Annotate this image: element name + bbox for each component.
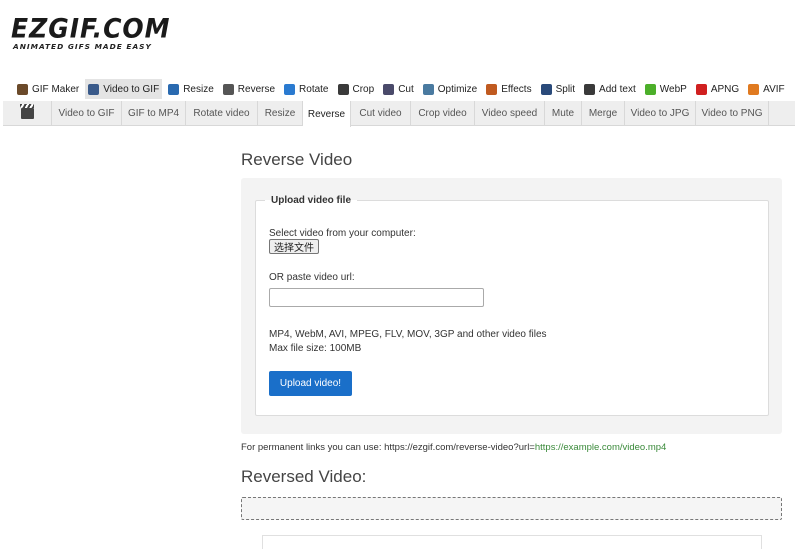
split-icon (540, 83, 552, 95)
cut-icon (383, 83, 395, 95)
nav-item-video-to-gif[interactable]: Video to GIF (85, 79, 163, 99)
nav-item-cut[interactable]: Cut (380, 79, 417, 99)
result-title: Reversed Video: (241, 467, 367, 486)
subnav-item-gif-to-mp4[interactable]: GIF to MP4 (122, 101, 186, 126)
subnav-item-rotate-video[interactable]: Rotate video (186, 101, 258, 126)
nav-item-crop[interactable]: Crop (335, 79, 378, 99)
max-size-text: Max file size: 100MB (269, 343, 362, 354)
choose-file-button[interactable]: 选择文件 (269, 239, 319, 254)
subnav-item-reverse[interactable]: Reverse (303, 101, 351, 127)
gif-maker-icon (17, 83, 28, 95)
nav-label: WebP (659, 83, 687, 95)
film-clapper-icon (19, 104, 34, 119)
sub-nav: Video to GIF GIF to MP4 Rotate video Res… (3, 101, 795, 127)
url-label: OR paste video url: (269, 272, 355, 283)
add-text-icon (584, 83, 596, 95)
subnav-item-video-to-gif[interactable]: Video to GIF (52, 101, 122, 126)
reverse-icon (222, 83, 234, 95)
video-to-gif-icon (88, 83, 100, 95)
nav-item-reverse[interactable]: Reverse (220, 79, 278, 99)
subnav-item-mute[interactable]: Mute (545, 101, 582, 126)
result-output-box (241, 497, 782, 520)
webp-icon (644, 83, 656, 95)
nav-label: Add text (599, 83, 636, 95)
subnav-item-video-speed[interactable]: Video speed (475, 101, 545, 126)
page-title: Reverse Video (241, 150, 353, 169)
nav-label: Resize (183, 83, 214, 95)
nav-label: Optimize (437, 83, 478, 95)
nav-item-rotate[interactable]: Rotate (281, 79, 331, 99)
subnav-item-resize[interactable]: Resize (258, 101, 303, 126)
upload-video-button[interactable]: Upload video! (269, 371, 352, 396)
subnav-item-video-to-png[interactable]: Video to PNG (696, 101, 769, 126)
rotate-icon (284, 83, 296, 95)
optimize-icon (422, 83, 434, 95)
nav-label: Split (555, 83, 576, 95)
logo-text: EZGIF.COM (11, 13, 171, 44)
main-nav: GIF Maker Video to GIF Resize Reverse Ro… (14, 79, 791, 99)
permalink-info: For permanent links you can use: https:/… (241, 442, 666, 453)
nav-label: GIF Maker (32, 83, 80, 95)
nav-label: Rotate (299, 83, 329, 95)
nav-item-avif[interactable]: AVIF (745, 79, 787, 99)
subnav-item-crop-video[interactable]: Crop video (411, 101, 475, 126)
permalink-example-link[interactable]: https://example.com/video.mp4 (535, 442, 666, 453)
nav-item-add-text[interactable]: Add text (581, 79, 639, 99)
logo-tagline: ANIMATED GIFS MADE EASY (13, 42, 152, 51)
nav-item-apng[interactable]: APNG (693, 79, 742, 99)
subnav-item-video-to-jpg[interactable]: Video to JPG (625, 101, 696, 126)
nav-item-resize[interactable]: Resize (165, 79, 217, 99)
video-url-input[interactable] (269, 288, 484, 307)
upload-fieldset: Upload video file Select video from your… (255, 195, 769, 416)
avif-icon (748, 83, 760, 95)
site-logo[interactable]: EZGIF.COM ANIMATED GIFS MADE EASY (11, 13, 171, 51)
nav-label: APNG (710, 83, 740, 95)
nav-item-optimize[interactable]: Optimize (420, 79, 480, 99)
apng-icon (695, 83, 707, 95)
nav-label: Crop (352, 83, 375, 95)
subnav-item-cut-video[interactable]: Cut video (351, 101, 411, 126)
nav-item-split[interactable]: Split (538, 79, 578, 99)
result-preview-frame (262, 535, 762, 549)
nav-item-webp[interactable]: WebP (642, 79, 690, 99)
permalink-prefix: For permanent links you can use: https:/… (241, 442, 535, 453)
subnav-video-icon-cell[interactable] (3, 101, 52, 126)
upload-legend: Upload video file (271, 195, 352, 206)
nav-label: Reverse (237, 83, 276, 95)
resize-icon (168, 83, 180, 95)
upload-panel: Upload video file Select video from your… (241, 178, 782, 434)
nav-label: Effects (501, 83, 532, 95)
formats-text: MP4, WebM, AVI, MPEG, FLV, MOV, 3GP and … (269, 329, 547, 340)
select-file-label: Select video from your computer: (269, 228, 416, 239)
nav-item-effects[interactable]: Effects (483, 79, 534, 99)
nav-label: AVIF (763, 83, 785, 95)
crop-icon (337, 83, 349, 95)
nav-item-gif-maker[interactable]: GIF Maker (14, 79, 82, 99)
nav-label: Cut (398, 83, 414, 95)
effects-icon (486, 83, 498, 95)
subnav-item-merge[interactable]: Merge (582, 101, 625, 126)
nav-label: Video to GIF (103, 83, 160, 95)
